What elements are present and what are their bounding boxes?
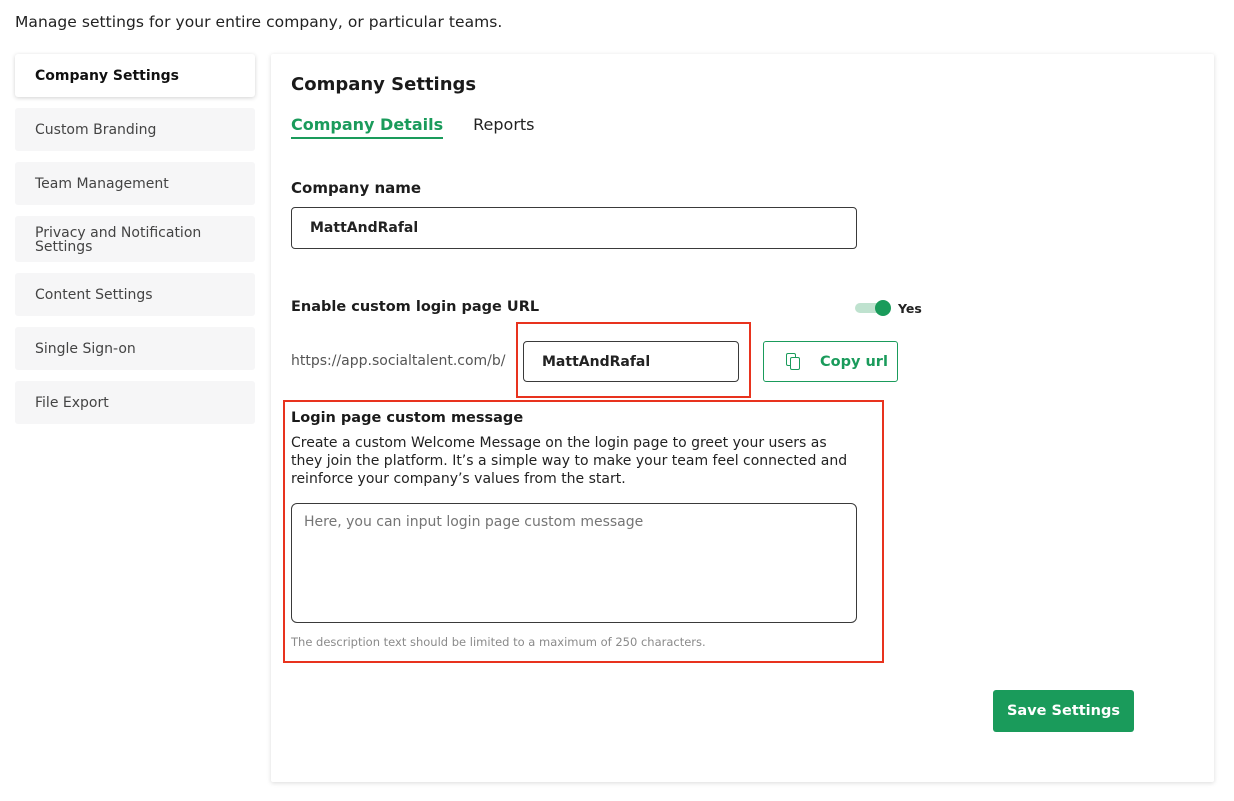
sidebar-item-company-settings[interactable]: Company Settings	[15, 54, 255, 97]
tab-reports[interactable]: Reports	[473, 115, 534, 139]
sidebar-item-label: Team Management	[35, 175, 169, 192]
company-name-label: Company name	[291, 179, 422, 197]
login-url-prefix: https://app.socialtalent.com/b/	[291, 353, 506, 369]
sidebar-item-label: Content Settings	[35, 286, 153, 303]
copy-url-button[interactable]: Copy url	[763, 341, 898, 382]
character-limit-hint: The description text should be limited t…	[291, 635, 706, 649]
copy-icon	[786, 353, 800, 370]
sidebar-item-single-sign-on[interactable]: Single Sign-on	[15, 327, 255, 370]
sidebar-item-label: Company Settings	[35, 67, 179, 84]
login-message-title: Login page custom message	[291, 410, 524, 426]
login-url-slug-input[interactable]: MattAndRafal	[523, 341, 739, 382]
copy-url-label: Copy url	[820, 353, 888, 370]
tab-company-details[interactable]: Company Details	[291, 115, 444, 139]
toggle-knob	[875, 300, 891, 316]
sidebar-item-team-management[interactable]: Team Management	[15, 162, 255, 205]
company-name-input[interactable]: MattAndRafal	[291, 207, 857, 249]
toggle-state-label: Yes	[898, 301, 922, 316]
settings-tabs: Company Details Reports	[291, 115, 535, 139]
page-intro: Manage settings for your entire company,…	[15, 13, 503, 31]
sidebar-item-content-settings[interactable]: Content Settings	[15, 273, 255, 316]
sidebar-item-label: Single Sign-on	[35, 340, 136, 357]
page-title: Company Settings	[291, 74, 477, 95]
sidebar-item-label: Custom Branding	[35, 121, 157, 138]
settings-panel: Company Settings Company Details Reports…	[271, 54, 1214, 782]
login-message-description: Create a custom Welcome Message on the l…	[291, 435, 848, 487]
sidebar-item-privacy-notification[interactable]: Privacy and Notification Settings	[15, 216, 255, 262]
custom-login-toggle[interactable]	[855, 300, 891, 316]
copy-icon-front	[790, 357, 800, 370]
settings-sidebar: Company Settings Custom Branding Team Ma…	[15, 54, 255, 435]
login-message-textarea[interactable]	[291, 503, 857, 623]
sidebar-item-label: Privacy and Notification Settings	[35, 225, 202, 255]
sidebar-item-file-export[interactable]: File Export	[15, 381, 255, 424]
sidebar-item-custom-branding[interactable]: Custom Branding	[15, 108, 255, 151]
save-settings-button[interactable]: Save Settings	[993, 690, 1134, 732]
sidebar-item-label: File Export	[35, 394, 109, 411]
custom-login-label: Enable custom login page URL	[291, 299, 540, 315]
